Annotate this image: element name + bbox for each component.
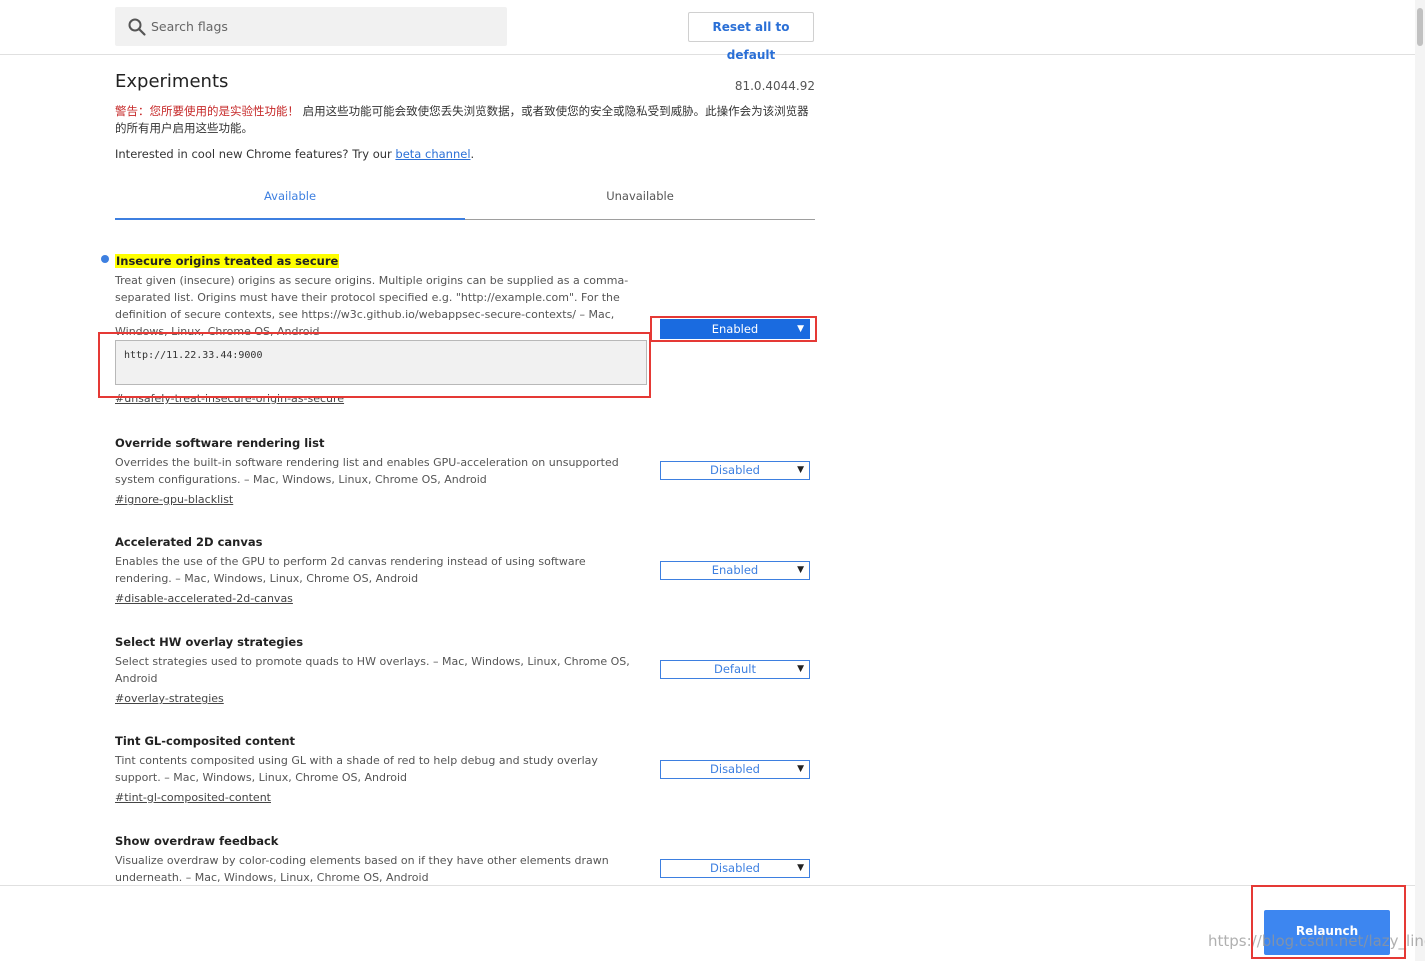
beta-channel-link[interactable]: beta channel: [395, 147, 470, 161]
scrollbar-thumb[interactable]: [1417, 8, 1423, 46]
modified-indicator-dot: [101, 255, 109, 263]
intro-end: .: [470, 147, 475, 161]
tab-unavailable[interactable]: Unavailable: [465, 182, 815, 218]
flag-link[interactable]: #unsafely-treat-insecure-origin-as-secur…: [115, 390, 344, 407]
flag-select-insecure-origins[interactable]: Enabled ▼: [660, 319, 810, 339]
flag-title: Insecure origins treated as secure: [115, 254, 340, 268]
flag-description: Overrides the built-in software renderin…: [115, 456, 619, 486]
intro-label: Interested in cool new Chrome features? …: [115, 147, 396, 161]
flag-select-hw-overlay-strategies[interactable]: Default ▼: [660, 660, 810, 679]
flag-title: Override software rendering list: [115, 436, 325, 450]
origins-textarea[interactable]: http://11.22.33.44:9000: [115, 340, 647, 385]
scrollbar[interactable]: [1415, 0, 1425, 961]
select-value: Default: [713, 662, 757, 676]
flag-description: Select strategies used to promote quads …: [115, 655, 630, 685]
top-bar: Reset all to default: [0, 0, 1415, 62]
search-box[interactable]: [115, 7, 507, 46]
flag-description: Enables the use of the GPU to perform 2d…: [115, 555, 586, 585]
flag-title: Select HW overlay strategies: [115, 635, 304, 649]
intro-text: Interested in cool new Chrome features? …: [115, 147, 474, 161]
chevron-down-icon: ▼: [797, 565, 804, 575]
search-input[interactable]: [151, 7, 491, 46]
flag-link[interactable]: #disable-accelerated-2d-canvas: [115, 590, 293, 607]
flag-link[interactable]: #ignore-gpu-blacklist: [115, 491, 233, 508]
flag-select-tint-gl-composited[interactable]: Disabled ▼: [660, 760, 810, 779]
flag-description: Tint contents composited using GL with a…: [115, 754, 598, 784]
warning-text: 警告：您所要使用的是实验性功能！ 启用这些功能可能会致使您丢失浏览数据，或者致使…: [115, 103, 820, 137]
chevron-down-icon: ▼: [797, 324, 804, 334]
flag-link[interactable]: #overlay-strategies: [115, 690, 224, 707]
flag-title: Tint GL-composited content: [115, 734, 296, 748]
chevron-down-icon: ▼: [797, 863, 804, 873]
flag-show-overdraw-feedback: Show overdraw feedback Visualize overdra…: [115, 833, 645, 886]
chevron-down-icon: ▼: [797, 764, 804, 774]
select-value: Disabled: [710, 861, 760, 875]
select-value: Disabled: [710, 463, 760, 477]
chevron-down-icon: ▼: [797, 664, 804, 674]
flag-tint-gl-composited: Tint GL-composited content Tint contents…: [115, 733, 645, 806]
chevron-down-icon: ▼: [797, 465, 804, 475]
flag-override-rendering-list: Override software rendering list Overrid…: [115, 435, 645, 508]
warning-prefix: 警告：您所要使用的是实验性功能！: [115, 104, 299, 118]
flag-description: Visualize overdraw by color-coding eleme…: [115, 854, 609, 884]
page-title: Experiments: [115, 71, 229, 92]
flag-select-show-overdraw-feedback[interactable]: Disabled ▼: [660, 859, 810, 878]
version-number: 81.0.4044.92: [734, 79, 815, 93]
flag-accelerated-2d-canvas: Accelerated 2D canvas Enables the use of…: [115, 534, 645, 607]
select-value: Disabled: [710, 762, 760, 776]
relaunch-button[interactable]: Relaunch: [1264, 910, 1390, 955]
flag-insecure-origins: Insecure origins treated as secure Treat…: [115, 250, 645, 340]
select-value: Enabled: [711, 563, 759, 577]
search-icon: [128, 18, 146, 36]
flag-hw-overlay-strategies: Select HW overlay strategies Select stra…: [115, 634, 645, 707]
tabs: Available Unavailable: [115, 182, 815, 220]
flag-title: Show overdraw feedback: [115, 834, 279, 848]
select-value: Enabled: [711, 322, 759, 336]
flag-select-override-rendering-list[interactable]: Disabled ▼: [660, 461, 810, 480]
flag-description: Treat given (insecure) origins as secure…: [115, 274, 629, 338]
flag-select-accelerated-2d-canvas[interactable]: Enabled ▼: [660, 561, 810, 580]
relaunch-footer: [0, 885, 1415, 962]
flag-title: Accelerated 2D canvas: [115, 535, 263, 549]
reset-all-button[interactable]: Reset all to default: [688, 12, 814, 62]
tab-available[interactable]: Available: [115, 182, 465, 220]
flag-link[interactable]: #tint-gl-composited-content: [115, 789, 271, 806]
